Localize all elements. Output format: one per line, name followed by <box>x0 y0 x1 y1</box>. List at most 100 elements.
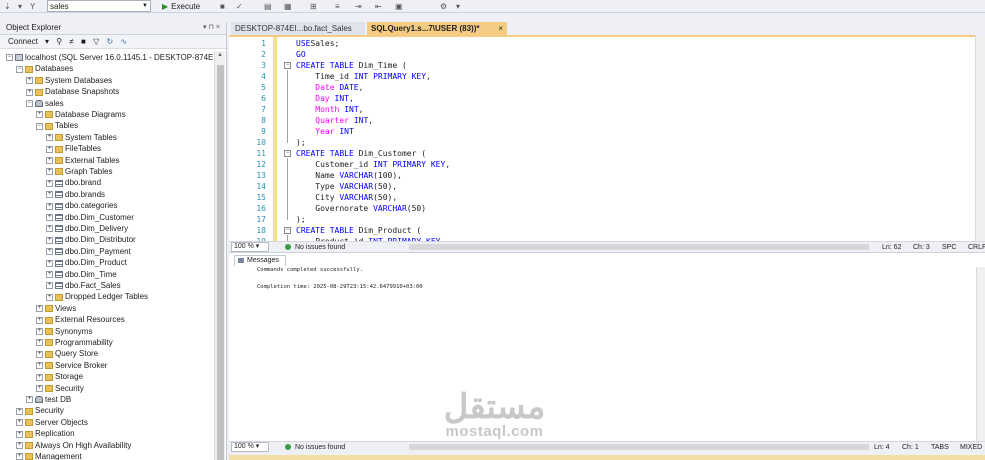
tree-node[interactable]: + Database Snapshots <box>26 86 119 97</box>
code-line[interactable]: ); <box>296 214 306 225</box>
tree-node[interactable]: − Databases <box>16 63 73 74</box>
close-icon[interactable]: × <box>498 22 503 35</box>
code-line[interactable]: City VARCHAR(50), <box>296 192 397 203</box>
expand-icon[interactable]: + <box>36 384 43 392</box>
activity-icon[interactable]: ∿ <box>120 37 127 46</box>
tree-node[interactable]: + dbo.Dim_Distributor <box>46 234 136 245</box>
tree-node[interactable]: − sales <box>26 98 64 109</box>
code-line[interactable]: Type VARCHAR(50), <box>296 181 397 192</box>
tree-node[interactable]: + System Tables <box>46 132 117 143</box>
expand-icon[interactable]: + <box>46 202 53 210</box>
tree-node[interactable]: + System Databases <box>26 75 112 86</box>
scrollbar-thumb[interactable] <box>217 65 224 460</box>
tree-node[interactable]: + External Tables <box>46 155 120 166</box>
stop-icon[interactable]: ■ <box>220 1 225 12</box>
tree-node[interactable]: + Management <box>16 451 82 460</box>
plan-icon[interactable]: ⊞ <box>310 1 317 12</box>
comment-icon[interactable]: ≡ <box>335 1 340 12</box>
disconnect-icon[interactable]: ≠ <box>69 37 73 46</box>
expand-icon[interactable]: + <box>36 362 43 370</box>
tree-node[interactable]: + dbo.Dim_Delivery <box>46 223 128 234</box>
expand-icon[interactable]: + <box>26 77 33 85</box>
expand-icon[interactable]: + <box>36 373 43 381</box>
database-select[interactable]: sales ▼ <box>47 0 151 12</box>
connect-button[interactable]: Connect ▾ <box>8 37 49 46</box>
tree-node[interactable]: − Tables <box>36 120 78 131</box>
query-editor[interactable]: 1 USESales; 2 GO 3 CREATE TABLE Dim_Time (−4 … <box>229 35 975 241</box>
code-line[interactable]: Day INT, <box>296 93 354 104</box>
scroll-up-icon[interactable]: ▲ <box>217 52 223 58</box>
expand-icon[interactable]: + <box>46 145 53 153</box>
code-line[interactable]: Month INT, <box>296 104 363 115</box>
code-line[interactable]: Customer_id INT PRIMARY KEY, <box>296 159 450 170</box>
tree-node[interactable]: + dbo.brands <box>46 189 105 200</box>
outdent-icon[interactable]: ⇤ <box>375 1 382 12</box>
expand-icon[interactable]: + <box>46 225 53 233</box>
tree-node[interactable]: + Security <box>36 383 84 394</box>
parse-icon[interactable]: ▤ <box>264 1 272 12</box>
code-line[interactable]: CREATE TABLE Dim_Product ( <box>296 225 421 236</box>
tree-node[interactable]: + dbo.brand <box>46 177 101 188</box>
expand-icon[interactable]: + <box>36 350 43 358</box>
tab-messages[interactable]: Messages <box>234 255 286 266</box>
collapse-icon[interactable]: − <box>26 99 33 107</box>
tree-node[interactable]: + Graph Tables <box>46 166 112 177</box>
connect-plug-icon[interactable]: ⚲ <box>56 37 62 46</box>
tree-node[interactable]: + dbo.categories <box>46 200 117 211</box>
expand-icon[interactable]: + <box>16 441 23 449</box>
expand-icon[interactable]: + <box>46 248 53 256</box>
tree-node[interactable]: + External Resources <box>36 314 125 325</box>
bookmark-icon[interactable]: ▣ <box>395 1 403 12</box>
expand-icon[interactable]: + <box>46 259 53 267</box>
expand-icon[interactable]: + <box>46 156 53 164</box>
results-icon[interactable]: ▦ <box>284 1 292 12</box>
tree-node[interactable]: + test DB <box>26 394 71 405</box>
messages-vertical-scrollbar[interactable] <box>976 267 985 442</box>
filter-icon[interactable]: Y <box>30 1 35 12</box>
expand-icon[interactable]: + <box>26 396 33 404</box>
collapse-icon[interactable]: − <box>16 65 23 73</box>
tree-node[interactable]: + dbo.Fact_Sales <box>46 280 121 291</box>
zoom-select[interactable]: 100 % ▾ <box>231 442 269 452</box>
fold-icon[interactable]: − <box>284 227 291 234</box>
object-explorer-scrollbar[interactable]: ▲ <box>214 51 225 460</box>
tree-node[interactable]: + Service Broker <box>36 360 107 371</box>
tree-node[interactable]: + dbo.Dim_Customer <box>46 212 134 223</box>
expand-icon[interactable]: + <box>46 282 53 290</box>
editor-vertical-scrollbar[interactable] <box>975 35 985 241</box>
refresh-icon[interactable]: ↻ <box>106 37 113 46</box>
code-line[interactable]: Time_id INT PRIMARY KEY, <box>296 71 431 82</box>
tree-node[interactable]: + dbo.Dim_Payment <box>46 246 131 257</box>
filter-icon[interactable]: ▽ <box>93 37 99 46</box>
execute-button[interactable]: ▶ Execute <box>162 1 200 12</box>
messages-horizontal-scrollbar[interactable] <box>409 444 869 450</box>
tree-node[interactable]: + FileTables <box>46 143 101 154</box>
tree-node[interactable]: + Database Diagrams <box>36 109 126 120</box>
tree-node[interactable]: + Programmability <box>36 337 113 348</box>
tree-node[interactable]: + Always On High Availability <box>16 440 131 451</box>
stop-icon[interactable]: ■ <box>81 37 86 46</box>
editor-horizontal-scrollbar[interactable] <box>409 244 869 250</box>
tree-node[interactable]: + Synonyms <box>36 326 92 337</box>
tree-node[interactable]: + Views <box>36 303 76 314</box>
undo-icon[interactable]: ⇣ <box>4 1 11 12</box>
code-line[interactable]: Name VARCHAR(100), <box>296 170 402 181</box>
expand-icon[interactable]: + <box>46 293 53 301</box>
check-icon[interactable]: ✓ <box>236 1 243 12</box>
expand-icon[interactable]: + <box>26 88 33 96</box>
indent-icon[interactable]: ⇥ <box>355 1 362 12</box>
code-line[interactable]: ); <box>296 137 306 148</box>
code-line[interactable]: USESales; <box>296 38 339 49</box>
expand-icon[interactable]: + <box>46 236 53 244</box>
issues-indicator[interactable]: No issues found <box>285 442 345 453</box>
tab-sqlquery1[interactable]: SQLQuery1.s...7\USER (83))* × <box>367 22 507 35</box>
expand-icon[interactable]: + <box>46 179 53 187</box>
expand-icon[interactable]: + <box>36 339 43 347</box>
pin-icon[interactable]: ▾ ⊓ × <box>203 22 220 34</box>
tree-node[interactable]: − localhost (SQL Server 16.0.1145.1 - DES… <box>6 52 214 63</box>
tree-node[interactable]: + Replication <box>16 428 75 439</box>
fold-icon[interactable]: − <box>284 62 291 69</box>
expand-icon[interactable]: + <box>36 327 43 335</box>
tree-node[interactable]: + Dropped Ledger Tables <box>46 291 148 302</box>
tree-node[interactable]: + dbo.Dim_Product <box>46 257 127 268</box>
